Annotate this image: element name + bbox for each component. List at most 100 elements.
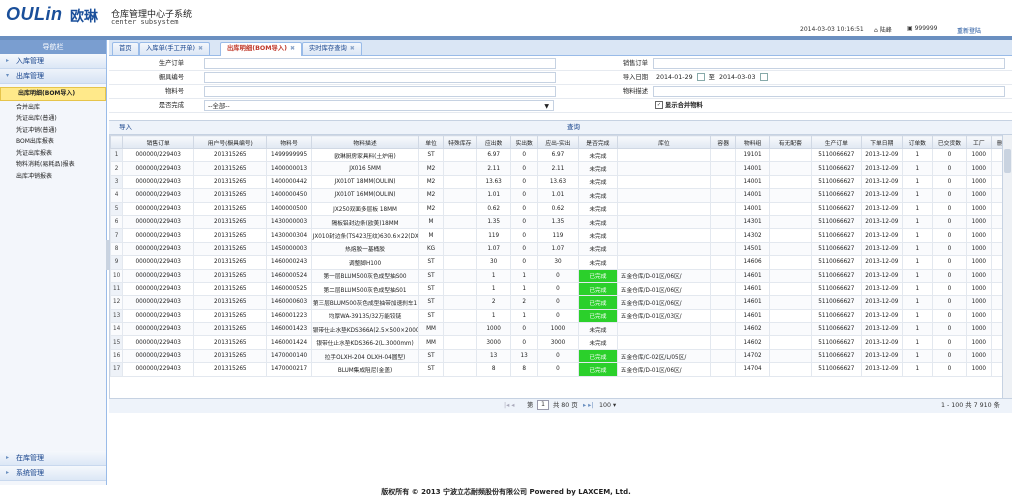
first-prev-page-icon[interactable]: |◂ ◂ xyxy=(504,399,514,413)
table-cell: 5110066627 xyxy=(810,147,862,163)
column-header[interactable]: 已交货数 xyxy=(931,135,968,149)
table-cell: M2 xyxy=(418,161,444,176)
sidebar-item-reversal-report[interactable]: 出库冲销报表 xyxy=(0,171,106,183)
table-row[interactable]: 16 000000/229403 201315265 1470000140 拉手OLXH… xyxy=(110,348,1003,364)
column-header[interactable]: 单位 xyxy=(418,135,444,149)
date-separator: 至 xyxy=(708,74,715,81)
page-input[interactable]: 1 xyxy=(537,400,549,410)
close-icon[interactable]: ✖ xyxy=(290,45,295,52)
relogin-link[interactable]: 重新登陆 xyxy=(957,26,981,35)
material-no-input[interactable] xyxy=(204,86,556,97)
table-cell: 0 xyxy=(931,362,968,377)
date-to-input[interactable]: 2014-03-03 xyxy=(719,74,756,81)
column-header[interactable]: 库位 xyxy=(616,135,711,149)
column-header[interactable]: 是否完成 xyxy=(577,135,618,149)
merge-option[interactable]: ✓ 显示合并物料 xyxy=(655,100,703,111)
column-header[interactable]: 物料号 xyxy=(266,135,312,149)
home-link[interactable]: ⌂ 陆峰 xyxy=(874,25,892,34)
column-header[interactable]: 有无配套 xyxy=(768,135,812,149)
table-cell: 0 xyxy=(931,241,968,257)
page-size-select[interactable]: 100 ▾ xyxy=(599,399,616,413)
table-cell: 201315265 xyxy=(193,308,268,324)
column-header[interactable]: 下单日期 xyxy=(860,135,903,149)
import-button[interactable]: 导入 xyxy=(111,122,140,133)
table-cell: 1 xyxy=(901,241,933,257)
table-row[interactable]: 11 000000/229403 201315265 1460000525 第二层BLU… xyxy=(110,281,1003,297)
table-cell: JX250双面多层板 18MM xyxy=(310,201,420,216)
pager-summary: 1 - 100 共 7 910 条 xyxy=(941,402,1000,409)
tab-home[interactable]: 首页 xyxy=(112,42,139,55)
table-cell xyxy=(709,161,737,176)
table-row[interactable]: 9 000000/229403 201315265 1460000243 调整脚H100… xyxy=(110,255,1003,270)
sidebar-panel-inbound[interactable]: ▸ 入库管理 xyxy=(0,54,106,69)
column-header[interactable]: 工厂 xyxy=(966,135,992,149)
column-header[interactable]: 物料组 xyxy=(735,135,770,149)
sidebar-panel-system[interactable]: ▸ 系统管理 xyxy=(0,466,106,481)
next-last-page-icon[interactable]: ▸ ▸| xyxy=(583,399,593,413)
table-row[interactable]: 15 000000/229403 201315265 1460001424 银带仕止水垫… xyxy=(110,335,1003,350)
table-row[interactable]: 2 000000/229403 201315265 1400000013 JX016 5… xyxy=(110,161,1003,176)
table-row[interactable]: 4 000000/229403 201315265 1400000450 JX010T … xyxy=(110,188,1003,203)
sidebar-item-voucher-report[interactable]: 凭证出库报表 xyxy=(0,148,106,160)
table-cell: 14001 xyxy=(735,161,770,176)
column-header[interactable]: 应出-实出 xyxy=(536,135,579,149)
column-header[interactable]: 应出数 xyxy=(475,135,512,149)
close-icon[interactable]: ✖ xyxy=(350,45,355,52)
form-row: 是否完成 --全部-- ▼ ✓ 显示合并物料 xyxy=(109,99,1012,113)
close-icon[interactable]: ✖ xyxy=(198,45,203,52)
column-header[interactable]: 订单数 xyxy=(901,135,933,149)
production-order-input[interactable] xyxy=(204,58,556,69)
table-cell: 14001 xyxy=(735,174,770,190)
tab-realtime-stock[interactable]: 实时库存查询 ✖ xyxy=(302,42,362,55)
tab-outbound-bom[interactable]: 出库明细(BOM导入) ✖ xyxy=(220,42,302,56)
table-row[interactable]: 1 000000/229403 201315265 1499999995 欧琳厨房家具料… xyxy=(110,147,1003,163)
column-header[interactable]: 容器 xyxy=(709,135,737,149)
date-from-input[interactable]: 2014-01-29 xyxy=(656,74,693,81)
calendar-icon[interactable] xyxy=(759,73,768,81)
sidebar-panel-outbound[interactable]: ▾ 出库管理 xyxy=(0,69,106,84)
location-cell: 五金仓库/D-01区/06区/ xyxy=(616,268,711,283)
table-cell: 隔板铝封边条(欧美)18MM xyxy=(310,214,420,230)
chevron-right-icon: ▸ xyxy=(6,454,10,461)
table-row[interactable]: 14 000000/229403 201315265 1460001423 银带仕止水垫… xyxy=(110,322,1003,337)
column-header[interactable]: 销售订单 xyxy=(122,135,195,149)
table-cell: 1 xyxy=(475,281,512,297)
status-badge: 未完成 xyxy=(577,147,618,163)
table-row[interactable]: 10 000000/229403 201315265 1460000524 第一层BLU… xyxy=(110,268,1003,283)
column-header[interactable]: 用户号(橱具编号) xyxy=(193,135,268,149)
column-header[interactable]: 生产订单 xyxy=(810,135,862,149)
sidebar-item-voucher-outbound[interactable]: 凭证出库(普通) xyxy=(0,113,106,125)
table-row[interactable]: 12 000000/229403 201315265 1460000603 第三层BLU… xyxy=(110,295,1003,310)
table-row[interactable]: 3 000000/229403 201315265 1400000442 JX010T … xyxy=(110,174,1003,190)
sidebar-title: 导航栏 xyxy=(0,40,106,54)
sidebar-item-bom-report[interactable]: BOM出库报表 xyxy=(0,136,106,148)
tab-inbound-manual[interactable]: 入库单(手工开单) ✖ xyxy=(139,42,211,55)
cabinet-no-input[interactable] xyxy=(204,72,556,83)
sidebar-panel-stock[interactable]: ▸ 在库管理 xyxy=(0,451,106,466)
table-cell: 2013-12-09 xyxy=(860,268,903,283)
completed-select[interactable]: --全部-- ▼ xyxy=(204,100,554,111)
table-row[interactable]: 7 000000/229403 201315265 1430000304 JX010封边… xyxy=(110,228,1003,243)
material-desc-input[interactable] xyxy=(653,86,1005,97)
table-row[interactable]: 17 000000/229403 201315265 1470000217 BLUM集成… xyxy=(110,362,1003,377)
column-header[interactable]: 特殊库存 xyxy=(442,135,477,149)
sidebar-item-bom-outbound[interactable]: 出库明细(BOM导入) xyxy=(0,87,106,101)
calendar-icon[interactable] xyxy=(696,73,705,81)
sidebar-item-voucher-reversal[interactable]: 凭证冲销(普通) xyxy=(0,125,106,137)
table-row[interactable]: 8 000000/229403 201315265 1450000003 热熔胶一基桶胶… xyxy=(110,241,1003,257)
sidebar-item-consumption-report[interactable]: 物料消耗(易耗品)报表 xyxy=(0,159,106,171)
merge-checkbox[interactable]: ✓ xyxy=(655,101,663,109)
query-button[interactable]: 查询 xyxy=(559,122,588,133)
location-cell: 五金仓库/C-02区/L/05区/ xyxy=(616,348,711,364)
table-cell: 1460000525 xyxy=(266,281,312,297)
grid-scrollbar[interactable] xyxy=(1002,135,1012,398)
sales-order-input[interactable] xyxy=(653,58,1005,69)
table-row[interactable]: 5 000000/229403 201315265 1400000500 JX250双面… xyxy=(110,201,1003,216)
status-badge: 未完成 xyxy=(577,228,618,243)
column-header[interactable]: 物料描述 xyxy=(310,135,420,149)
sidebar-item-merge-outbound[interactable]: 合并出库 xyxy=(0,102,106,114)
table-row[interactable]: 13 000000/229403 201315265 1460001223 均厚WA-3… xyxy=(110,308,1003,324)
column-header[interactable]: 实出数 xyxy=(510,135,538,149)
scrollbar-thumb[interactable] xyxy=(1004,149,1011,173)
table-row[interactable]: 6 000000/229403 201315265 1430000003 隔板铝封边条(… xyxy=(110,214,1003,230)
